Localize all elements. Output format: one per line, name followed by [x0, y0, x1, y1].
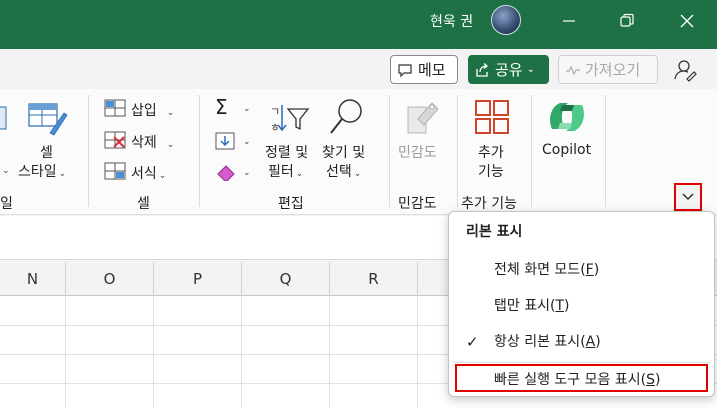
format-cells-icon — [104, 162, 126, 180]
grid-line — [153, 296, 154, 408]
chevron-down-icon: ⌄ — [166, 108, 175, 118]
chevron-down-icon: ⌄ — [166, 140, 175, 150]
insert-cells-icon — [104, 99, 126, 117]
insert-cells-button[interactable]: 삽입 ⌄ — [131, 100, 174, 120]
sensitivity-group-label: 민감도 — [398, 196, 437, 212]
group-separator — [457, 95, 458, 207]
menu-title: 리본 표시 — [466, 224, 523, 240]
cell-styles-label-top[interactable]: 셀 — [40, 142, 53, 162]
catchup-button[interactable]: 가져오기 — [558, 55, 658, 84]
svg-text:ㄱ: ㄱ — [270, 105, 280, 118]
grid-line — [329, 296, 330, 408]
share-icon — [476, 62, 489, 77]
restore-icon — [620, 13, 634, 27]
delete-cells-icon — [104, 131, 126, 149]
menu-item-show-tabs-only[interactable]: 탭만 표시(T) — [494, 295, 569, 315]
coauthor-icon[interactable] — [672, 57, 700, 83]
autosum-icon[interactable]: Σ — [215, 95, 228, 119]
chevron-down-icon: ⌄ — [243, 168, 251, 178]
svg-text:ㅎ: ㅎ — [270, 121, 280, 134]
grid-line — [65, 296, 66, 408]
column-header-r[interactable]: R — [330, 262, 418, 296]
sort-filter-label[interactable]: 필터 ⌄ — [268, 161, 303, 181]
find-select-icon[interactable] — [328, 97, 366, 137]
addins-label-bottom[interactable]: 기능 — [478, 161, 504, 181]
activity-icon — [566, 65, 580, 75]
avatar[interactable] — [491, 5, 521, 35]
menu-item-full-screen[interactable]: 전체 화면 모드(F) — [494, 259, 599, 279]
copilot-label[interactable]: Copilot — [542, 142, 591, 158]
chevron-down-icon: ⌄ — [353, 169, 362, 179]
addins-label-top[interactable]: 추가 — [478, 142, 504, 162]
catchup-label: 가져오기 — [585, 61, 641, 79]
chevron-down-icon — [682, 193, 694, 201]
autosum-dropdown[interactable]: ⌄ — [241, 99, 251, 115]
user-name[interactable]: 현욱 권 — [430, 11, 473, 31]
menu-item-always-show-ribbon[interactable]: 항상 리본 표시(A) — [494, 331, 601, 351]
cell-styles-icon[interactable] — [28, 101, 68, 137]
styles-group-label: 일 — [0, 196, 13, 212]
ribbon-display-options-button[interactable] — [674, 183, 702, 211]
format-table-icon — [0, 106, 7, 130]
chevron-down-icon: ⌄ — [243, 104, 251, 114]
column-header-o[interactable]: O — [66, 262, 154, 296]
sensitivity-icon[interactable] — [404, 99, 440, 137]
grid-line — [241, 296, 242, 408]
group-separator — [531, 95, 532, 207]
group-separator — [88, 95, 89, 207]
memo-button[interactable]: 메모 — [390, 55, 458, 84]
checkmark-icon: ✓ — [466, 333, 479, 351]
clear-dropdown[interactable]: ⌄ — [241, 163, 251, 179]
close-icon — [680, 14, 694, 28]
find-select-label-top[interactable]: 찾기 및 — [322, 142, 365, 162]
share-label: 공유 — [495, 61, 523, 79]
format-cells-button[interactable]: 서식 ⌄ — [131, 163, 166, 183]
menu-item-show-quick-access-toolbar[interactable]: 빠른 실행 도구 모음 표시(S) — [494, 369, 660, 389]
column-header-p[interactable]: P — [154, 262, 242, 296]
clear-eraser-icon[interactable] — [215, 163, 237, 181]
chevron-down-icon: ⌄ — [295, 169, 304, 179]
copilot-icon[interactable] — [546, 99, 588, 135]
chevron-down-icon: ⌄ — [158, 171, 167, 181]
column-header-q[interactable]: Q — [242, 262, 330, 296]
title-bar: 현욱 권 — [0, 0, 717, 49]
ribbon-display-menu: 리본 표시 전체 화면 모드(F) 탭만 표시(T) ✓ 항상 리본 표시(A)… — [448, 211, 715, 397]
editing-group-label: 편집 — [278, 196, 304, 212]
group-separator — [605, 95, 606, 207]
chevron-down-icon: ⌄ — [526, 64, 535, 75]
cells-group-label: 셀 — [137, 196, 150, 212]
close-button[interactable] — [672, 8, 702, 34]
addins-icon[interactable] — [474, 99, 510, 135]
sensitivity-label[interactable]: 민감도 — [398, 142, 437, 162]
sort-filter-icon[interactable]: ㄱ ㅎ — [268, 101, 310, 137]
memo-label: 메모 — [418, 61, 446, 79]
comment-icon — [398, 63, 412, 77]
ribbon: ⌄ 셀 스타일 ⌄ 일 삽입 ⌄ 삭제 ⌄ 서식 ⌄ 셀 Σ ⌄ ⌄ ⌄ ㄱ ㅎ… — [0, 89, 717, 215]
share-button[interactable]: 공유 ⌄ — [468, 55, 549, 84]
restore-button[interactable] — [612, 8, 642, 34]
find-select-label[interactable]: 선택 ⌄ — [326, 161, 361, 181]
fill-dropdown[interactable]: ⌄ — [241, 132, 251, 148]
addins-group-label: 추가 기능 — [461, 196, 517, 212]
cell-styles-label[interactable]: 스타일 ⌄ — [18, 161, 66, 181]
sort-filter-label-top[interactable]: 정렬 및 — [265, 142, 308, 162]
chevron-down-icon: ⌄ — [243, 137, 251, 147]
menu-separator — [453, 362, 711, 363]
action-row: 메모 공유 ⌄ 가져오기 — [0, 49, 717, 89]
minimize-icon — [563, 20, 575, 22]
group-separator — [389, 95, 390, 207]
chevron-down-icon: ⌄ — [2, 166, 10, 176]
group-separator — [199, 95, 200, 207]
fill-icon[interactable] — [215, 132, 235, 150]
chevron-down-icon: ⌄ — [58, 169, 67, 179]
column-header-n[interactable]: N — [0, 262, 66, 296]
grid-line — [417, 296, 418, 408]
delete-cells-button[interactable]: 삭제 ⌄ — [131, 132, 174, 152]
minimize-button[interactable] — [554, 8, 584, 34]
